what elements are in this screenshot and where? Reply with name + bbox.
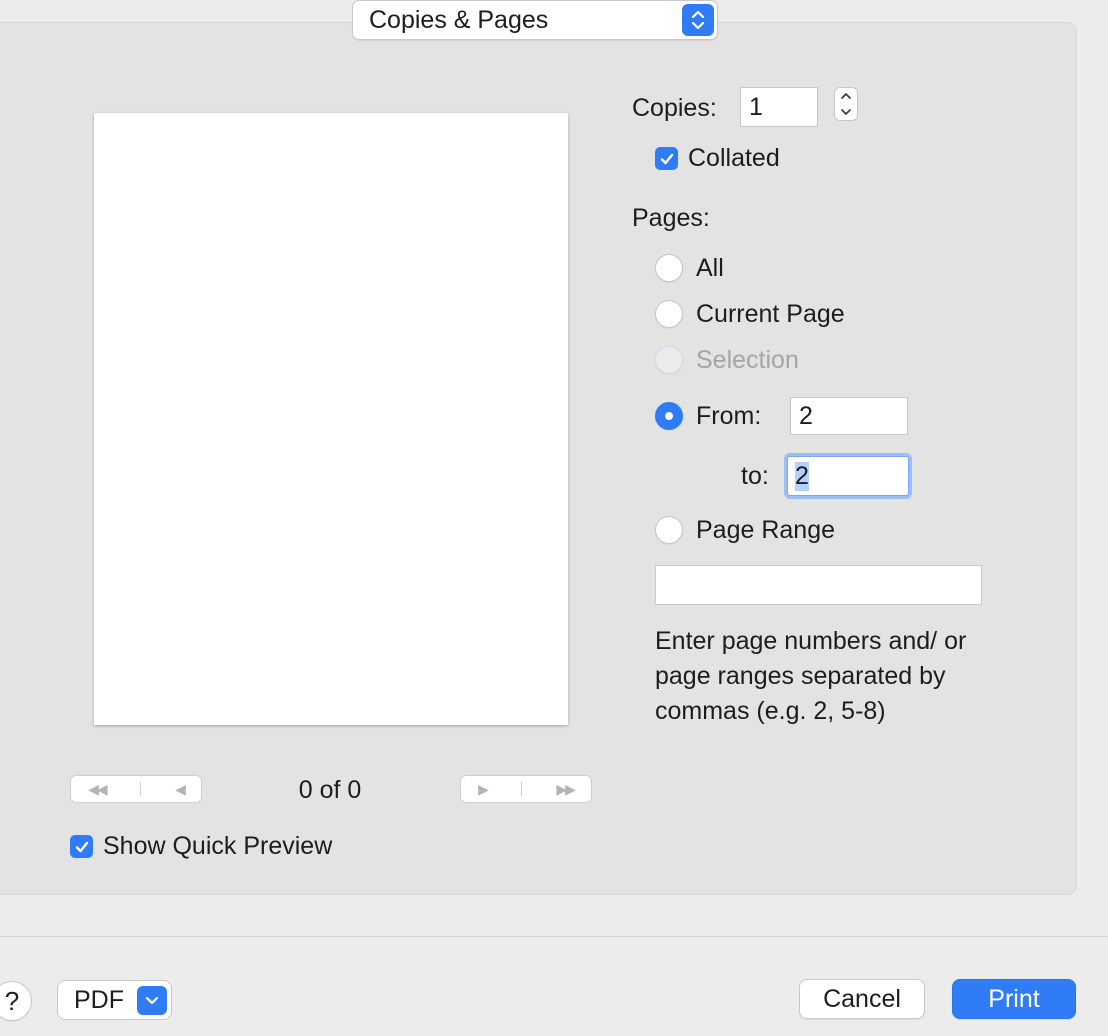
pages-from-input[interactable] xyxy=(790,397,908,435)
copies-input[interactable] xyxy=(740,87,818,127)
stepper-down-icon[interactable] xyxy=(840,108,852,116)
show-quick-preview-label: Show Quick Preview xyxy=(103,832,333,860)
cancel-button[interactable]: Cancel xyxy=(799,979,925,1019)
collated-label: Collated xyxy=(688,144,780,172)
preview-nav-back-group: ◀◀ ◀ xyxy=(70,775,202,803)
pages-selection-label: Selection xyxy=(696,346,799,374)
pages-all-radio[interactable] xyxy=(655,254,683,282)
pages-to-value: 2 xyxy=(795,461,809,491)
last-page-icon[interactable]: ▶▶ xyxy=(556,781,575,798)
page-preview xyxy=(94,113,568,725)
next-page-icon[interactable]: ▶ xyxy=(478,781,489,798)
pages-range-radio[interactable] xyxy=(655,516,683,544)
help-button[interactable]: ? xyxy=(0,981,32,1021)
show-quick-preview-option[interactable]: Show Quick Preview xyxy=(70,832,332,861)
stepper-up-icon[interactable] xyxy=(840,92,852,100)
chevron-down-icon[interactable] xyxy=(137,986,167,1015)
pdf-label: PDF xyxy=(74,985,124,1014)
pages-from-radio[interactable] xyxy=(655,402,683,430)
section-popup-button[interactable]: Copies & Pages xyxy=(352,0,718,40)
nav-separator xyxy=(139,782,141,796)
pages-current-page-radio[interactable] xyxy=(655,300,683,328)
page-count: 0 of 0 xyxy=(298,776,362,804)
pages-from-label: From: xyxy=(696,402,762,430)
pages-all-label: All xyxy=(696,254,724,282)
collated-checkbox[interactable] xyxy=(655,147,678,170)
pages-label: Pages: xyxy=(632,204,710,232)
collated-option[interactable]: Collated xyxy=(655,144,780,173)
first-page-icon[interactable]: ◀◀ xyxy=(88,781,107,798)
page-range-input[interactable] xyxy=(655,565,982,605)
previous-page-icon[interactable]: ◀ xyxy=(175,781,186,798)
footer-divider xyxy=(0,936,1108,937)
pages-to-label: to: xyxy=(741,462,769,490)
section-popup-label: Copies & Pages xyxy=(369,5,549,34)
pages-range-label: Page Range xyxy=(696,516,836,544)
preview-nav-forward-group: ▶ ▶▶ xyxy=(460,775,592,803)
nav-separator xyxy=(521,782,523,796)
copies-stepper[interactable] xyxy=(834,87,858,121)
page-range-help-text: Enter page numbers and/ or page ranges s… xyxy=(655,627,967,725)
pages-selection-radio xyxy=(655,346,683,374)
pdf-menu-button[interactable]: PDF xyxy=(57,980,172,1020)
up-down-chevron-icon xyxy=(682,4,714,36)
pages-to-input[interactable]: 2 xyxy=(787,456,909,496)
show-quick-preview-checkbox[interactable] xyxy=(70,835,93,858)
pages-current-page-label: Current Page xyxy=(696,300,845,328)
print-button[interactable]: Print xyxy=(952,979,1076,1019)
copies-label: Copies: xyxy=(632,94,717,122)
